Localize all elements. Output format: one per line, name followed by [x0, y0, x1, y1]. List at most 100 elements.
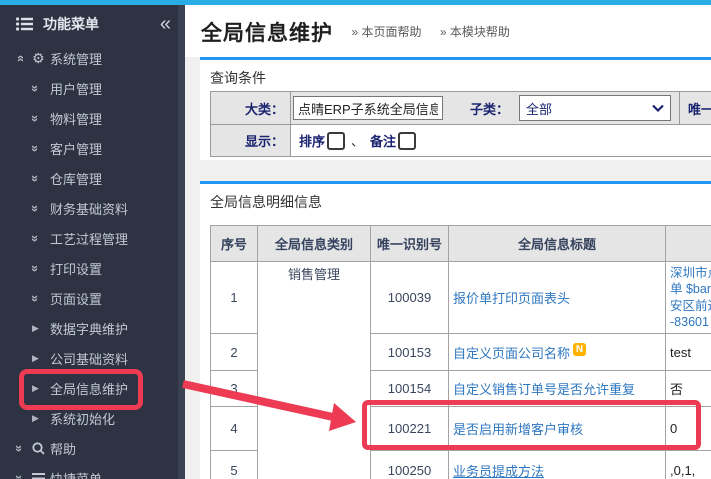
sidebar-item-warehouse-mgmt[interactable]: » 仓库管理	[0, 163, 185, 193]
row-seq: 5	[211, 451, 258, 479]
sidebar: 功能菜单 « » ⚙ 系统管理 » 用户管理 » 物料管理 » 客户管理 » 仓…	[0, 5, 185, 479]
sidebar-item-data-dictionary[interactable]: ▶ 数据字典维护	[0, 313, 185, 343]
major-category-label: 大类：	[211, 92, 291, 124]
gear-icon: ⚙	[32, 51, 45, 65]
table-header-row: 序号 全局信息类别 唯一识别号 全局信息标题	[211, 226, 711, 262]
sidebar-item-system-init[interactable]: ▶ 系统初始化	[0, 403, 185, 433]
sidebar-item-customer-mgmt[interactable]: » 客户管理	[0, 133, 185, 163]
chevron-down-icon: »	[29, 84, 42, 91]
row-uid: 100221	[371, 407, 449, 451]
col-title: 全局信息标题	[449, 226, 666, 262]
row-value: test	[666, 334, 711, 371]
sidebar-title: 功能菜单	[43, 14, 160, 34]
chevron-down-icon: »	[29, 204, 42, 211]
sidebar-item-print-settings[interactable]: » 打印设置	[0, 253, 185, 283]
chevron-down-icon: »	[29, 144, 42, 151]
row-title-link[interactable]: 报价单打印页面表头	[453, 291, 570, 306]
display-options: 排序 、 备注	[291, 131, 418, 150]
sidebar-item-label: 打印设置	[50, 259, 102, 278]
sidebar-item-process-mgmt[interactable]: » 工艺过程管理	[0, 223, 185, 253]
sort-option-label: 排序	[299, 131, 325, 150]
menu-list-icon	[16, 17, 33, 31]
sidebar-item-label: 仓库管理	[50, 169, 102, 188]
main-content: 全局信息维护 » 本页面帮助 » 本模块帮助 查询条件 大类： 子类： 全部	[185, 5, 711, 479]
page-help-link[interactable]: » 本页面帮助	[351, 23, 421, 40]
module-help-link[interactable]: » 本模块帮助	[440, 23, 510, 40]
sidebar-header: 功能菜单 «	[0, 5, 185, 43]
remark-option-label: 备注	[370, 131, 396, 150]
chevron-down-icon: »	[29, 114, 42, 121]
sidebar-scrollbar[interactable]	[178, 5, 185, 479]
display-label: 显示：	[211, 125, 291, 156]
sidebar-item-finance-basics[interactable]: » 财务基础资料	[0, 193, 185, 223]
row-title-link[interactable]: 自定义页面公司名称	[453, 346, 570, 361]
row-uid: 100153	[371, 334, 449, 371]
collapse-sidebar-icon[interactable]: «	[160, 14, 171, 34]
col-category: 全局信息类别	[258, 226, 371, 262]
sidebar-item-material-mgmt[interactable]: » 物料管理	[0, 103, 185, 133]
chevron-down-icon	[652, 104, 664, 112]
unique-id-label: 唯一识别号：	[680, 99, 711, 118]
row-value: 否	[666, 371, 711, 407]
sidebar-item-user-mgmt[interactable]: » 用户管理	[0, 73, 185, 103]
chevron-down-icon: »	[29, 294, 42, 301]
remark-checkbox[interactable]	[398, 132, 416, 150]
page-header: 全局信息维护 » 本页面帮助 » 本模块帮助	[201, 17, 510, 47]
sub-category-label: 子类：	[443, 99, 515, 118]
major-category-input[interactable]	[293, 96, 443, 120]
query-panel: 查询条件 大类： 子类： 全部 唯一识别号： 显示：	[200, 57, 711, 160]
detail-panel: 全局信息明细信息 序号 全局信息类别 唯一识别号 全局信息标题 1 销售管理 1…	[200, 181, 711, 479]
sidebar-item-label: 数据字典维护	[50, 319, 128, 338]
search-icon	[32, 442, 45, 455]
query-row-display: 显示： 排序 、 备注	[211, 125, 711, 156]
detail-panel-title: 全局信息明细信息	[200, 184, 711, 212]
chevron-down-icon: »	[29, 264, 42, 271]
sidebar-item-label: 物料管理	[50, 109, 102, 128]
sidebar-item-label: 客户管理	[50, 139, 102, 158]
sidebar-item-help[interactable]: » 帮助	[0, 433, 185, 463]
query-row-category: 大类： 子类： 全部 唯一识别号：	[211, 92, 711, 125]
row-value: ,0,1,	[666, 451, 711, 479]
triangle-right-icon: ▶	[32, 383, 39, 394]
content-left-margin	[185, 57, 200, 479]
sub-category-selected-value: 全部	[526, 99, 552, 118]
chevron-down-icon: »	[13, 444, 26, 451]
sidebar-item-label: 页面设置	[50, 289, 102, 308]
chevron-down-icon: »	[13, 474, 26, 479]
category-cell: 销售管理	[258, 262, 371, 479]
row-seq: 3	[211, 371, 258, 407]
sidebar-item-system-mgmt[interactable]: » ⚙ 系统管理	[0, 43, 185, 73]
col-unique-id: 唯一识别号	[371, 226, 449, 262]
chevron-down-icon: »	[29, 174, 42, 181]
sidebar-item-quick-menu[interactable]: » 快捷菜单	[0, 463, 185, 479]
sidebar-item-label: 工艺过程管理	[50, 229, 128, 248]
row-title-link[interactable]: 自定义销售订单号是否允许重复	[453, 382, 635, 397]
sub-category-select[interactable]: 全部	[519, 95, 671, 121]
chevron-down-icon: »	[29, 234, 42, 241]
sidebar-item-label: 系统管理	[50, 49, 102, 68]
query-form: 大类： 子类： 全部 唯一识别号： 显示： 排序	[210, 91, 711, 157]
sidebar-item-label: 快捷菜单	[50, 469, 102, 479]
row-uid: 100039	[371, 262, 449, 334]
global-info-table: 序号 全局信息类别 唯一识别号 全局信息标题 1 销售管理 100039 报价单…	[210, 225, 711, 479]
sidebar-item-page-settings[interactable]: » 页面设置	[0, 283, 185, 313]
panel-gap	[185, 157, 711, 181]
row-title-link[interactable]: 业务员提成方法	[453, 464, 544, 479]
row-value: 深圳市点 单 $bar 安区前进 -83601	[670, 266, 711, 330]
sidebar-item-label: 帮助	[50, 439, 76, 458]
hamburger-icon	[32, 473, 45, 479]
option-separator: 、	[351, 131, 364, 150]
sidebar-item-global-info[interactable]: ▶ 全局信息维护	[0, 373, 185, 403]
table-row: 1 销售管理 100039 报价单打印页面表头 深圳市点 单 $bar 安区前进…	[211, 262, 711, 334]
sidebar-item-label: 用户管理	[50, 79, 102, 98]
row-uid: 100250	[371, 451, 449, 479]
chevron-up-icon: »	[13, 54, 26, 61]
col-value	[666, 226, 711, 262]
row-title-link[interactable]: 是否启用新增客户审核	[453, 422, 583, 437]
sort-checkbox[interactable]	[327, 132, 345, 150]
row-uid: 100154	[371, 371, 449, 407]
row-seq: 4	[211, 407, 258, 451]
triangle-right-icon: ▶	[32, 323, 39, 334]
row-value: 0	[666, 407, 711, 451]
sidebar-item-company-basics[interactable]: ▶ 公司基础资料	[0, 343, 185, 373]
